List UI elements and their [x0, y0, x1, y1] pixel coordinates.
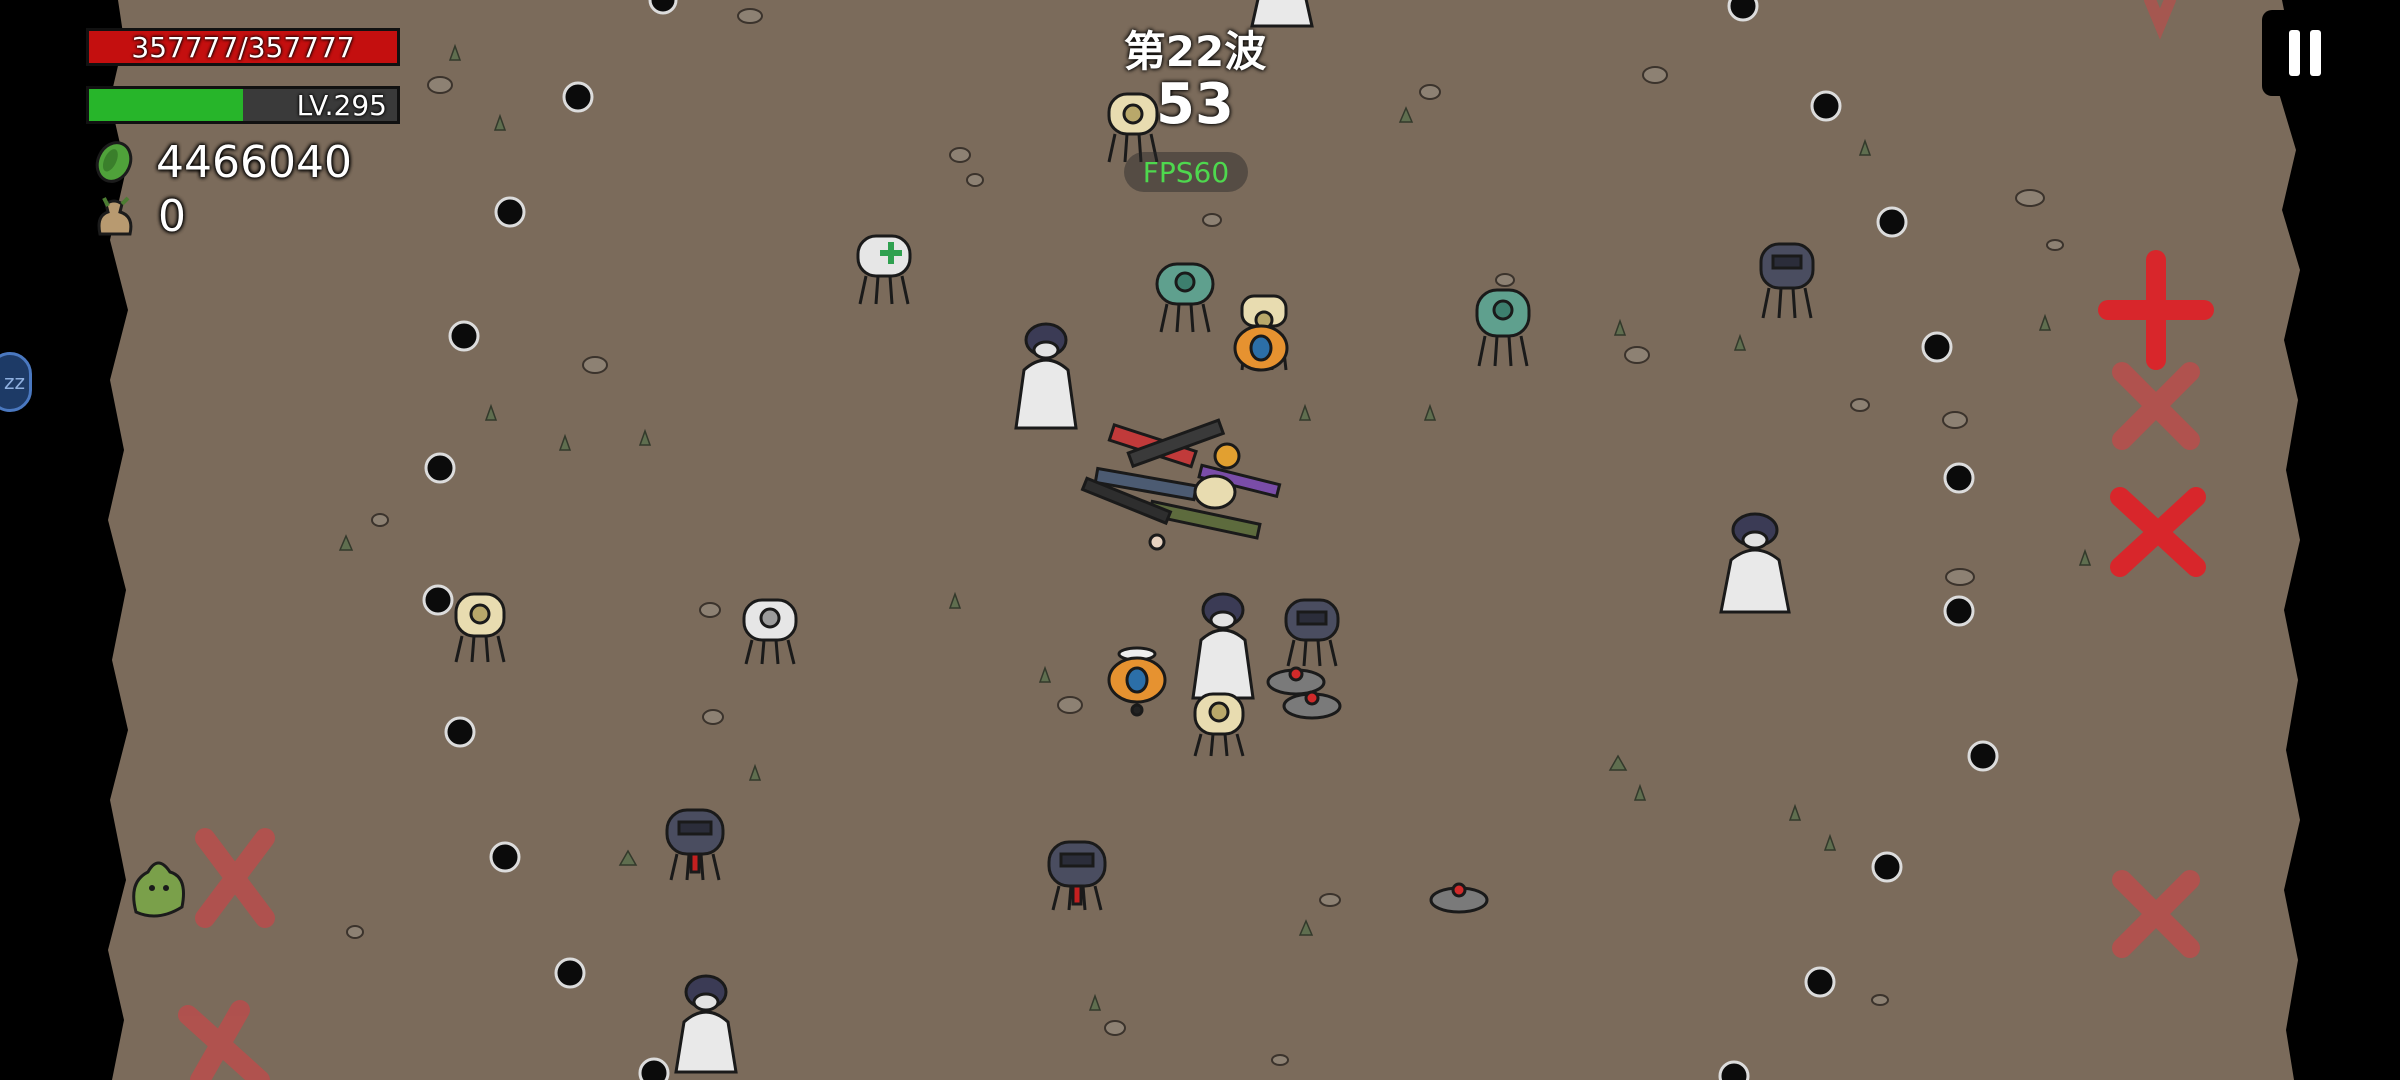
- bag-counter: 0: [94, 190, 186, 242]
- level-bar: LV.295: [86, 86, 400, 124]
- game-stage[interactable]: 357777/357777 LV.295 4466040 0 第22波 53 F…: [0, 0, 2400, 1080]
- wave-countdown: 53: [1156, 72, 1234, 137]
- health-text: 357777/357777: [131, 30, 355, 64]
- floating-side-badge[interactable]: zz: [0, 352, 32, 412]
- wave-label: 第22波: [1123, 27, 1267, 76]
- pause-icon: [2289, 30, 2321, 76]
- coin-count: 4466040: [156, 136, 352, 188]
- pause-button[interactable]: [2262, 10, 2348, 96]
- loot-bag-icon: [97, 196, 133, 236]
- health-bar: 357777/357777: [86, 28, 400, 66]
- bag-count: 0: [158, 190, 186, 242]
- fps-counter: FPS60: [1124, 152, 1248, 192]
- level-text: LV.295: [296, 88, 387, 122]
- coin-counter: 4466040: [94, 136, 352, 188]
- coin-icon: [95, 141, 133, 183]
